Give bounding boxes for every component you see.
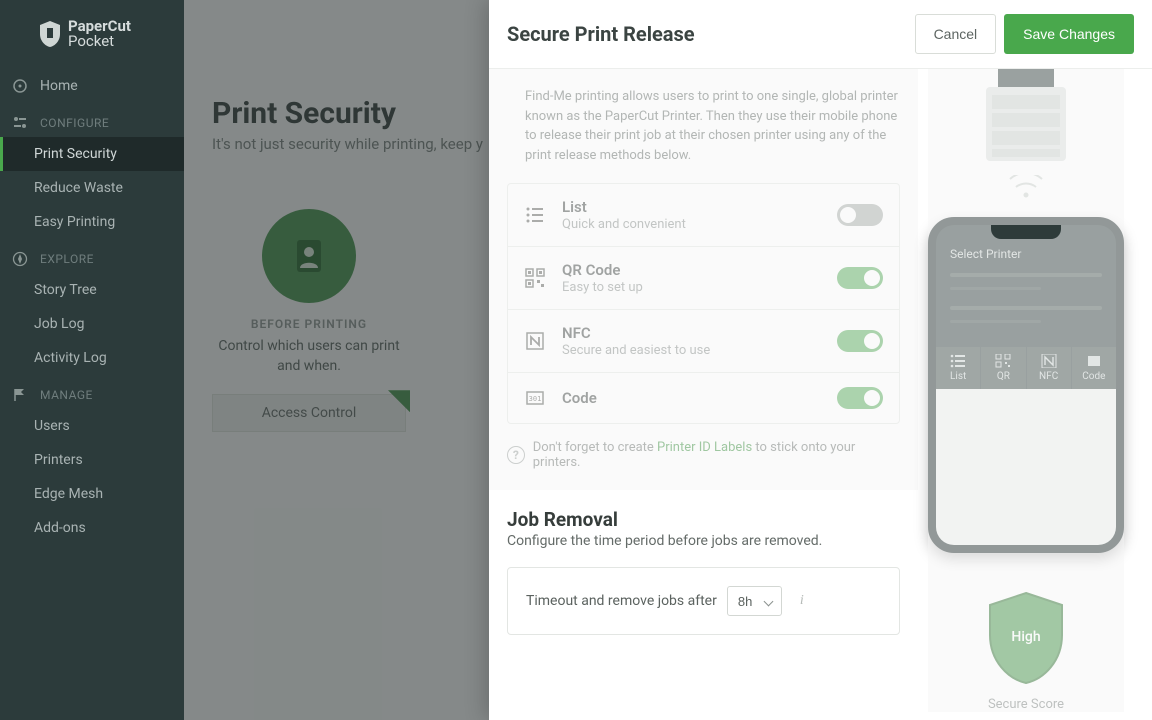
printer-illustration-icon bbox=[970, 69, 1082, 169]
method-title: List bbox=[562, 198, 821, 216]
nav-section-manage: MANAGE bbox=[0, 375, 184, 409]
phone-tab-nfc: NFC bbox=[1027, 347, 1072, 389]
modal-title: Secure Print Release bbox=[507, 22, 695, 46]
method-title: NFC bbox=[562, 324, 821, 342]
wifi-icon bbox=[1006, 175, 1046, 203]
phone-notch-icon bbox=[991, 225, 1061, 239]
secure-score-shield-icon: High bbox=[982, 589, 1070, 687]
method-row-nfc: NFC Secure and easiest to use bbox=[508, 309, 899, 372]
save-changes-button[interactable]: Save Changes bbox=[1004, 14, 1134, 54]
nfc-icon bbox=[524, 330, 546, 352]
release-method-list: List Quick and convenient QR Code Easy t… bbox=[507, 183, 900, 424]
help-icon: ? bbox=[507, 446, 525, 464]
method-sub: Secure and easiest to use bbox=[562, 343, 821, 358]
method-row-qr: QR Code Easy to set up bbox=[508, 246, 899, 309]
placeholder-line bbox=[950, 287, 1041, 290]
sidebar-item-reduce-waste[interactable]: Reduce Waste bbox=[0, 171, 184, 205]
secure-print-release-modal: Secure Print Release Cancel Save Changes… bbox=[489, 0, 1152, 720]
sidebar-item-printers[interactable]: Printers bbox=[0, 443, 184, 477]
method-row-list: List Quick and convenient bbox=[508, 184, 899, 246]
phone-tab-code: Code bbox=[1072, 347, 1116, 389]
phone-tab-list: List bbox=[936, 347, 981, 389]
phone-tab-qr: QR bbox=[981, 347, 1026, 389]
brand-mark-icon bbox=[38, 20, 62, 48]
flag-icon bbox=[12, 387, 28, 403]
nav-home[interactable]: Home bbox=[0, 69, 184, 103]
method-toggle-nfc[interactable] bbox=[837, 330, 883, 352]
illustration-panel: Select Printer List bbox=[928, 69, 1124, 712]
svg-text:301: 301 bbox=[529, 395, 542, 403]
cancel-button[interactable]: Cancel bbox=[915, 14, 997, 54]
home-icon bbox=[12, 78, 28, 94]
method-title: QR Code bbox=[562, 261, 821, 279]
intro-text: Find-Me printing allows users to print t… bbox=[489, 69, 918, 183]
sidebar-item-print-security[interactable]: Print Security bbox=[0, 137, 184, 171]
nav-section-explore: EXPLORE bbox=[0, 239, 184, 273]
secure-score-level: High bbox=[1011, 629, 1040, 645]
phone-mockup: Select Printer List bbox=[928, 217, 1124, 553]
brand-logo: PaperCut Pocket bbox=[0, 10, 184, 69]
phone-title: Select Printer bbox=[950, 247, 1102, 261]
list-icon bbox=[524, 204, 546, 226]
modal-header: Secure Print Release Cancel Save Changes bbox=[489, 0, 1152, 69]
method-row-code: 301 Code bbox=[508, 372, 899, 423]
timeout-label: Timeout and remove jobs after bbox=[526, 593, 717, 609]
qr-icon bbox=[995, 354, 1011, 368]
placeholder-line bbox=[950, 306, 1102, 310]
timeout-select[interactable]: 8h bbox=[727, 586, 782, 616]
printer-labels-tip: ? Don't forget to create Printer ID Labe… bbox=[489, 424, 918, 490]
placeholder-line bbox=[950, 320, 1041, 323]
sidebar-item-story-tree[interactable]: Story Tree bbox=[0, 273, 184, 307]
sidebar-item-users[interactable]: Users bbox=[0, 409, 184, 443]
placeholder-line bbox=[950, 273, 1102, 277]
sidebar-item-add-ons[interactable]: Add-ons bbox=[0, 511, 184, 545]
list-icon bbox=[950, 354, 966, 368]
method-toggle-code[interactable] bbox=[837, 387, 883, 409]
sidebar-item-easy-printing[interactable]: Easy Printing bbox=[0, 205, 184, 239]
method-toggle-qr[interactable] bbox=[837, 267, 883, 289]
job-removal-section: Job Removal Configure the time period be… bbox=[489, 490, 918, 635]
sidebar-item-activity-log[interactable]: Activity Log bbox=[0, 341, 184, 375]
sidebar-item-job-log[interactable]: Job Log bbox=[0, 307, 184, 341]
release-methods-section: Find-Me printing allows users to print t… bbox=[489, 69, 918, 490]
method-title: Code bbox=[562, 389, 821, 407]
method-sub: Quick and convenient bbox=[562, 217, 821, 232]
job-removal-title: Job Removal bbox=[489, 490, 918, 533]
phone-body-blank bbox=[936, 389, 1116, 545]
sidebar: PaperCut Pocket Home CONFIGURE Print Sec… bbox=[0, 0, 184, 720]
job-removal-subtitle: Configure the time period before jobs ar… bbox=[489, 533, 918, 567]
code-icon bbox=[1086, 354, 1102, 368]
printer-id-labels-link[interactable]: Printer ID Labels bbox=[657, 440, 752, 455]
phone-tabs: List QR NFC Code bbox=[936, 347, 1116, 389]
method-toggle-list[interactable] bbox=[837, 204, 883, 226]
sidebar-item-edge-mesh[interactable]: Edge Mesh bbox=[0, 477, 184, 511]
job-removal-box: Timeout and remove jobs after 8h i bbox=[507, 567, 900, 635]
compass-icon bbox=[12, 251, 28, 267]
code-icon: 301 bbox=[524, 387, 546, 409]
method-sub: Easy to set up bbox=[562, 280, 821, 295]
nav-section-configure: CONFIGURE bbox=[0, 103, 184, 137]
sliders-icon bbox=[12, 115, 28, 131]
nfc-icon bbox=[1041, 354, 1057, 368]
secure-score-label: Secure Score bbox=[988, 697, 1064, 712]
qr-icon bbox=[524, 267, 546, 289]
nav-home-label: Home bbox=[40, 78, 78, 94]
info-icon[interactable]: i bbox=[800, 593, 814, 609]
